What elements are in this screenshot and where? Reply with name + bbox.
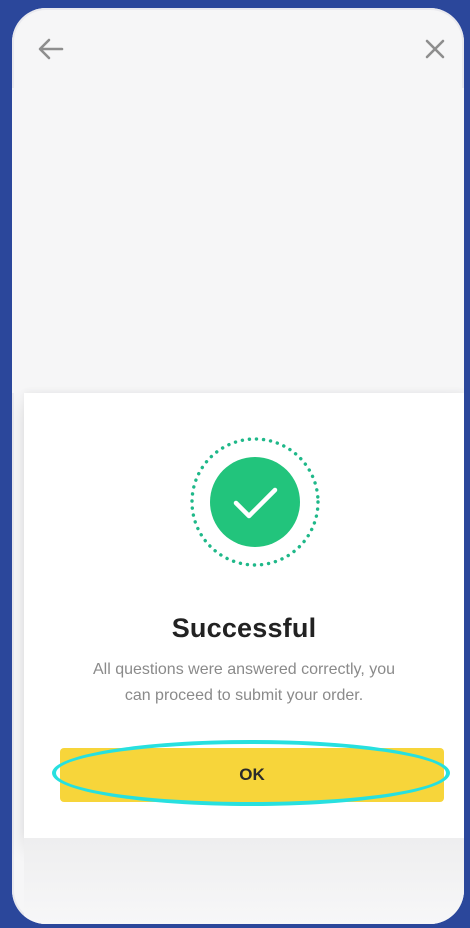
dialog-message-line-1: All questions were answered correctly, y… [92, 661, 396, 678]
dialog-message-line-2: can proceed to submit your order. [124, 687, 364, 704]
ok-button[interactable]: OK [60, 748, 444, 802]
phone-screen: Successful All questions were answered c… [12, 8, 464, 924]
bottom-area [24, 838, 464, 924]
dialog-title: Successful [171, 613, 317, 643]
top-bar [12, 8, 464, 88]
dialog-message: All questions were answered correctly, y… [54, 657, 434, 709]
check-circle-icon [188, 435, 322, 569]
success-dialog: Successful All questions were answered c… [24, 393, 464, 838]
close-icon[interactable] [420, 34, 450, 64]
blank-content-area [12, 88, 464, 393]
back-arrow-icon[interactable] [36, 34, 66, 64]
